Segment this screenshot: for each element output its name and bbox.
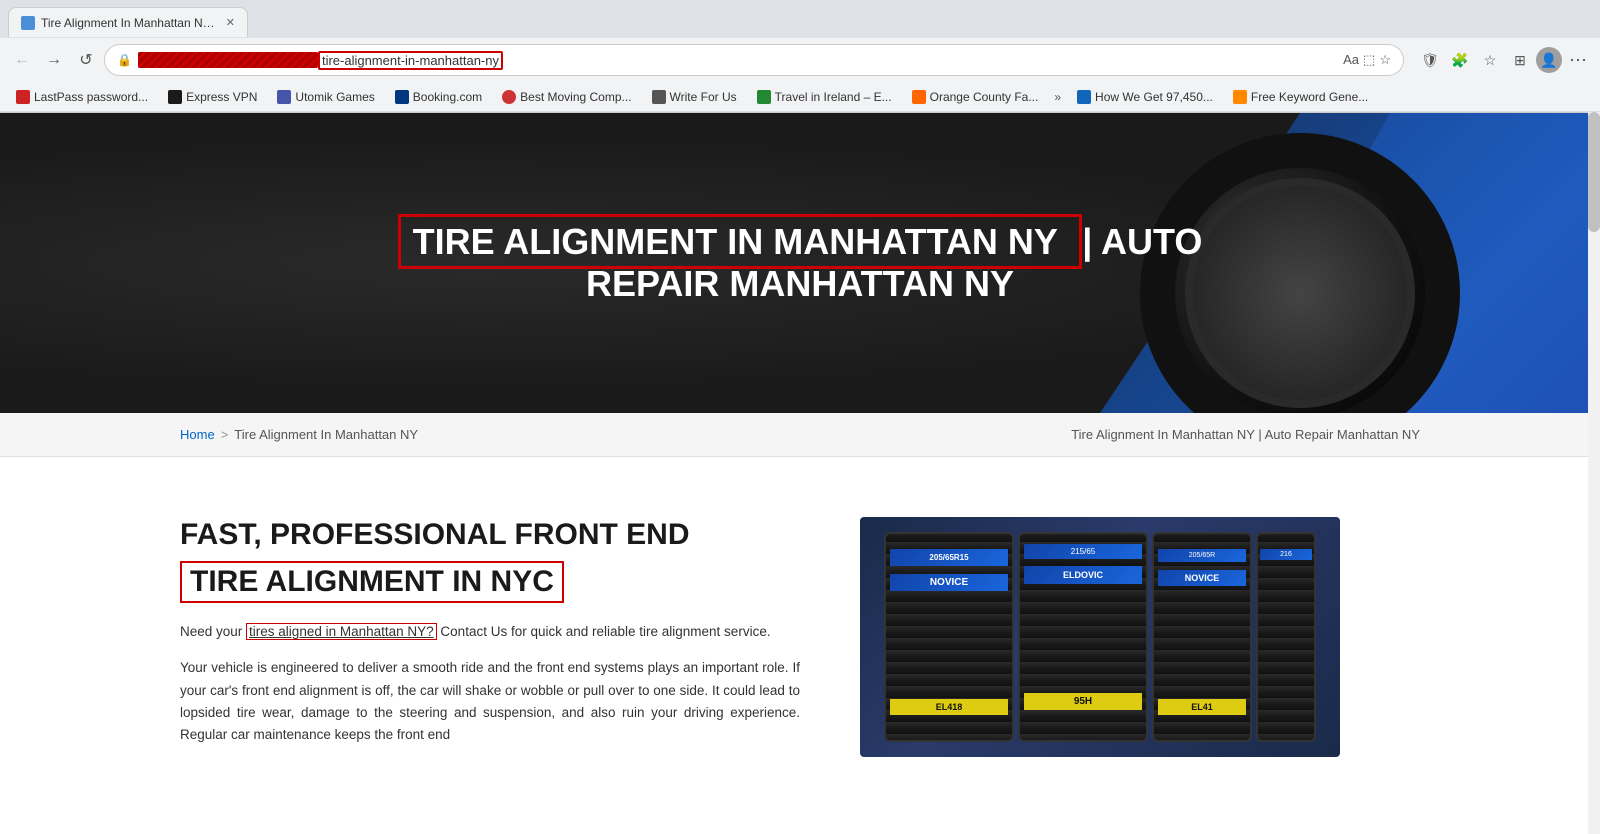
tire-1: 205/65R15 NOVICE EL418 [884, 532, 1014, 742]
scrollbar-thumb[interactable] [1588, 112, 1600, 232]
bookmark-freekw-label: Free Keyword Gene... [1251, 90, 1368, 104]
breadcrumb-right: Tire Alignment In Manhattan NY | Auto Re… [1071, 427, 1420, 442]
tire-image: 205/65R15 NOVICE EL418 215/65 ELDOVIC 95… [860, 517, 1340, 757]
tire-1-label-top: 205/65R15 [890, 549, 1008, 566]
address-bar-icons: Aa ⬚ ☆ [1343, 52, 1391, 68]
tire-3-label-bottom: EL41 [1158, 699, 1246, 715]
tire-2-label-bottom: 95H [1024, 693, 1142, 710]
orange-favicon [912, 90, 926, 104]
freekw-favicon [1233, 90, 1247, 104]
content-left: FAST, PROFESSIONAL FRONT END TIRE ALIGNM… [180, 517, 800, 760]
stacked-tires: 205/65R15 NOVICE EL418 215/65 ELDOVIC 95… [860, 517, 1340, 757]
bookmark-utomik-label: Utomik Games [295, 90, 374, 104]
utomik-favicon [277, 90, 291, 104]
booking-favicon [395, 90, 409, 104]
tire-2: 215/65 ELDOVIC 95H [1018, 532, 1148, 742]
forward-button[interactable]: → [40, 46, 68, 74]
breadcrumb-section: Home > Tire Alignment In Manhattan NY Ti… [0, 413, 1600, 457]
section-heading-line1: FAST, PROFESSIONAL FRONT END [180, 517, 800, 553]
browser-chrome: Tire Alignment In Manhattan NY | Auto Re… [0, 0, 1600, 113]
bookmark-lastpass[interactable]: LastPass password... [8, 88, 156, 106]
lock-icon: 🔒 [117, 53, 132, 67]
address-visible: tire-alignment-in-manhattan-ny [318, 51, 503, 70]
main-content: FAST, PROFESSIONAL FRONT END TIRE ALIGNM… [0, 497, 1600, 780]
howwe-favicon [1077, 90, 1091, 104]
reader-icon[interactable]: Aa [1343, 52, 1359, 68]
star-icon[interactable]: ☆ [1379, 52, 1391, 68]
bookmark-lastpass-label: LastPass password... [34, 90, 148, 104]
address-bar-content: tire-alignment-in-manhattan-ny [138, 51, 1335, 70]
content-right: 205/65R15 NOVICE EL418 215/65 ELDOVIC 95… [860, 517, 1340, 760]
nav-bar: ← → ↺ 🔒 tire-alignment-in-manhattan-ny A… [0, 38, 1600, 82]
favorites-icon[interactable]: ☆ [1476, 46, 1504, 74]
tire-3-brand: NOVICE [1158, 570, 1246, 586]
tire-4-partial: 216 [1256, 532, 1316, 742]
browser-toolbar-icons: 🛡 🧩 ☆ ⊞ 👤 ⋯ [1416, 46, 1592, 74]
bookmark-travel[interactable]: Travel in Ireland – E... [749, 88, 900, 106]
tab-title: Tire Alignment In Manhattan NY | Auto Re… [41, 16, 218, 30]
address-bar[interactable]: 🔒 tire-alignment-in-manhattan-ny Aa ⬚ ☆ [104, 44, 1404, 76]
bookmark-utomik[interactable]: Utomik Games [269, 88, 382, 106]
tire-3: 205/65R NOVICE EL41 [1152, 532, 1252, 742]
tab-bar: Tire Alignment In Manhattan NY | Auto Re… [0, 0, 1600, 38]
bookmark-bestmoving-label: Best Moving Comp... [520, 90, 631, 104]
extensions-icon[interactable]: 🧩 [1446, 46, 1474, 74]
bookmark-writeforus-label: Write For Us [670, 90, 737, 104]
scrollbar[interactable] [1588, 112, 1600, 834]
profile-avatar[interactable]: 👤 [1536, 47, 1562, 73]
active-tab[interactable]: Tire Alignment In Manhattan NY | Auto Re… [8, 7, 248, 37]
collections-icon[interactable]: ⊞ [1506, 46, 1534, 74]
section-heading-line2: TIRE ALIGNMENT IN NYC [180, 561, 564, 603]
bookmark-howwe-label: How We Get 97,450... [1095, 90, 1213, 104]
more-options-button[interactable]: ⋯ [1564, 46, 1592, 74]
content-paragraph-2: Your vehicle is engineered to deliver a … [180, 657, 800, 746]
shield-icon[interactable]: 🛡 [1416, 46, 1444, 74]
bookmark-booking-label: Booking.com [413, 90, 482, 104]
tire-2-brand: ELDOVIC [1024, 566, 1142, 584]
address-redacted [138, 52, 318, 68]
tire-1-brand: NOVICE [890, 574, 1008, 591]
tires-aligned-link[interactable]: tires aligned in Manhattan NY? [246, 623, 437, 640]
screenshot-icon[interactable]: ⬚ [1363, 52, 1375, 68]
tire-2-label-top: 215/65 [1024, 544, 1142, 559]
hero-title-highlighted: TIRE ALIGNMENT IN MANHATTAN NY [398, 214, 1083, 269]
expressvpn-favicon [168, 90, 182, 104]
bookmark-writeforus[interactable]: Write For Us [644, 88, 745, 106]
bookmark-expressvpn-label: Express VPN [186, 90, 257, 104]
bookmark-separator: » [1050, 88, 1065, 106]
lastpass-favicon [16, 90, 30, 104]
travel-favicon [757, 90, 771, 104]
writeforus-favicon [652, 90, 666, 104]
bestmoving-favicon [502, 90, 516, 104]
bookmark-freekw[interactable]: Free Keyword Gene... [1225, 88, 1376, 106]
content-spacer [0, 457, 1600, 497]
bookmark-orange[interactable]: Orange County Fa... [904, 88, 1047, 106]
tab-close-button[interactable]: ✕ [226, 16, 235, 29]
breadcrumb-left: Home > Tire Alignment In Manhattan NY [180, 427, 418, 442]
breadcrumb-current: Tire Alignment In Manhattan NY [234, 427, 418, 442]
back-button[interactable]: ← [8, 46, 36, 74]
breadcrumb-home-link[interactable]: Home [180, 427, 215, 442]
bookmark-booking[interactable]: Booking.com [387, 88, 490, 106]
hero-section: TIRE ALIGNMENT IN MANHATTAN NY | AUTO RE… [0, 113, 1600, 413]
bookmark-expressvpn[interactable]: Express VPN [160, 88, 265, 106]
content-paragraph-1: Need your tires aligned in Manhattan NY?… [180, 621, 800, 643]
reload-button[interactable]: ↺ [72, 46, 100, 74]
bookmarks-bar: LastPass password... Express VPN Utomik … [0, 82, 1600, 112]
hero-title-separator: | [1082, 221, 1101, 262]
bookmark-howwe[interactable]: How We Get 97,450... [1069, 88, 1221, 106]
tire-1-label-bottom: EL418 [890, 699, 1008, 715]
bookmark-orange-label: Orange County Fa... [930, 90, 1039, 104]
hero-title: TIRE ALIGNMENT IN MANHATTAN NY | AUTO RE… [350, 221, 1250, 305]
bookmark-bestmoving[interactable]: Best Moving Comp... [494, 88, 639, 106]
tire-4-partial-label: 216 [1260, 549, 1312, 560]
tire-3-label-top: 205/65R [1158, 549, 1246, 562]
tab-favicon [21, 16, 35, 30]
breadcrumb-separator: > [221, 427, 229, 442]
bookmark-travel-label: Travel in Ireland – E... [775, 90, 892, 104]
